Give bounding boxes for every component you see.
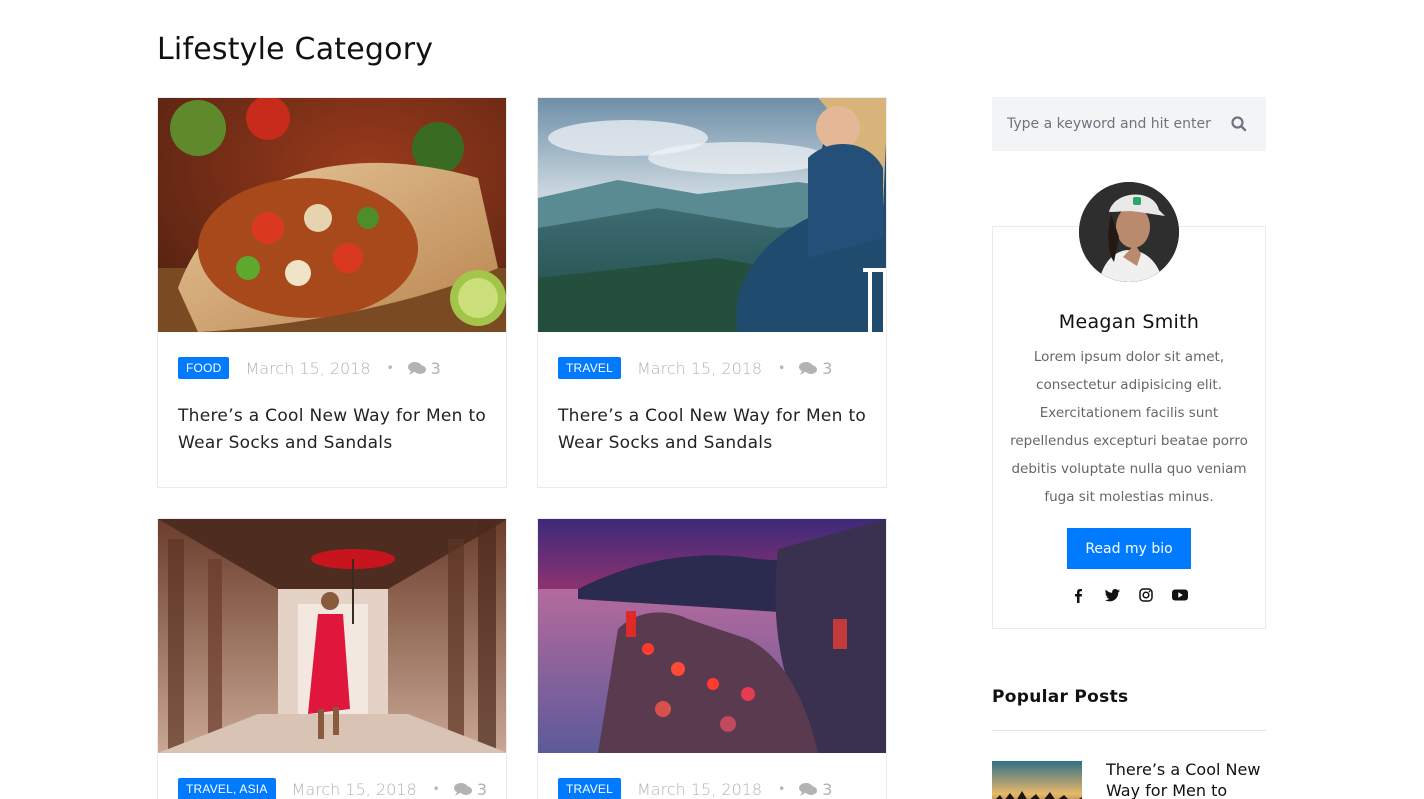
popular-post-title[interactable]: There’s a Cool New Way for Men to xyxy=(1106,759,1266,799)
post-meta: TRAVEL, ASIA March 15, 2018 • 3 xyxy=(178,777,487,799)
post-image-monk-umbrella[interactable] xyxy=(158,519,506,753)
category-badge[interactable]: TRAVEL xyxy=(558,778,621,799)
popular-post-thumbnail[interactable] xyxy=(992,761,1082,799)
author-bio-text: Lorem ipsum dolor sit amet, consectetur … xyxy=(1010,349,1248,505)
comments-count[interactable]: 3 xyxy=(407,358,441,378)
post-meta: TRAVEL March 15, 2018 • 3 xyxy=(558,777,832,799)
comments-value: 3 xyxy=(430,358,441,378)
post-card[interactable]: TRAVEL March 15, 2018 • 3 There’s a Cool… xyxy=(537,97,887,488)
post-meta: FOOD March 15, 2018 • 3 xyxy=(178,356,441,380)
category-badge[interactable]: TRAVEL, ASIA xyxy=(178,778,276,799)
meta-separator: • xyxy=(386,361,394,375)
divider xyxy=(992,730,1266,731)
popular-posts-heading: Popular Posts xyxy=(992,687,1129,707)
post-title[interactable]: There’s a Cool New Way for Men to Wear S… xyxy=(558,403,868,457)
comments-icon xyxy=(799,783,818,796)
post-image-woman-mountain[interactable] xyxy=(538,98,886,332)
post-date: March 15, 2018 xyxy=(291,779,417,799)
search-form xyxy=(992,97,1266,151)
comments-count[interactable]: 3 xyxy=(799,780,832,799)
instagram-icon[interactable] xyxy=(1138,587,1154,603)
category-badge[interactable]: TRAVEL xyxy=(558,357,621,379)
author-avatar xyxy=(1079,182,1179,282)
comments-count[interactable]: 3 xyxy=(453,779,487,799)
search-input[interactable] xyxy=(992,97,1222,151)
post-image-coastal-town-sunset[interactable] xyxy=(538,519,886,753)
post-card[interactable]: TRAVEL, ASIA March 15, 2018 • 3 xyxy=(157,518,507,799)
popular-post-item[interactable]: There’s a Cool New Way for Men to xyxy=(992,759,1266,799)
post-card[interactable]: TRAVEL March 15, 2018 • 3 xyxy=(537,518,887,799)
category-badge[interactable]: FOOD xyxy=(178,357,230,379)
comments-value: 3 xyxy=(822,779,833,799)
post-card[interactable]: FOOD March 15, 2018 • 3 There’s a Cool N… xyxy=(157,97,507,488)
meta-separator: • xyxy=(432,782,440,796)
author-bio: Meagan Smith Lorem ipsum dolor sit amet,… xyxy=(992,226,1266,629)
comments-icon xyxy=(453,783,472,796)
post-date: March 15, 2018 xyxy=(245,358,371,378)
comments-count[interactable]: 3 xyxy=(799,359,832,378)
post-date: March 15, 2018 xyxy=(637,779,763,799)
comments-icon xyxy=(799,362,818,375)
social-links xyxy=(993,587,1265,603)
twitter-icon[interactable] xyxy=(1104,587,1120,603)
post-image-burrito[interactable] xyxy=(158,98,506,332)
facebook-icon[interactable] xyxy=(1070,587,1086,603)
meta-separator: • xyxy=(778,782,786,796)
meta-separator: • xyxy=(778,361,786,375)
post-meta: TRAVEL March 15, 2018 • 3 xyxy=(558,356,832,380)
read-bio-button[interactable]: Read my bio xyxy=(1067,528,1191,569)
post-date: March 15, 2018 xyxy=(637,358,763,378)
page-title: Lifestyle Category xyxy=(157,32,434,67)
search-icon[interactable] xyxy=(1230,115,1248,133)
youtube-icon[interactable] xyxy=(1172,587,1188,603)
comments-icon xyxy=(407,362,426,375)
comments-value: 3 xyxy=(822,358,833,378)
comments-value: 3 xyxy=(476,779,487,799)
post-title[interactable]: There’s a Cool New Way for Men to Wear S… xyxy=(178,403,488,457)
author-name: Meagan Smith xyxy=(1058,311,1200,333)
